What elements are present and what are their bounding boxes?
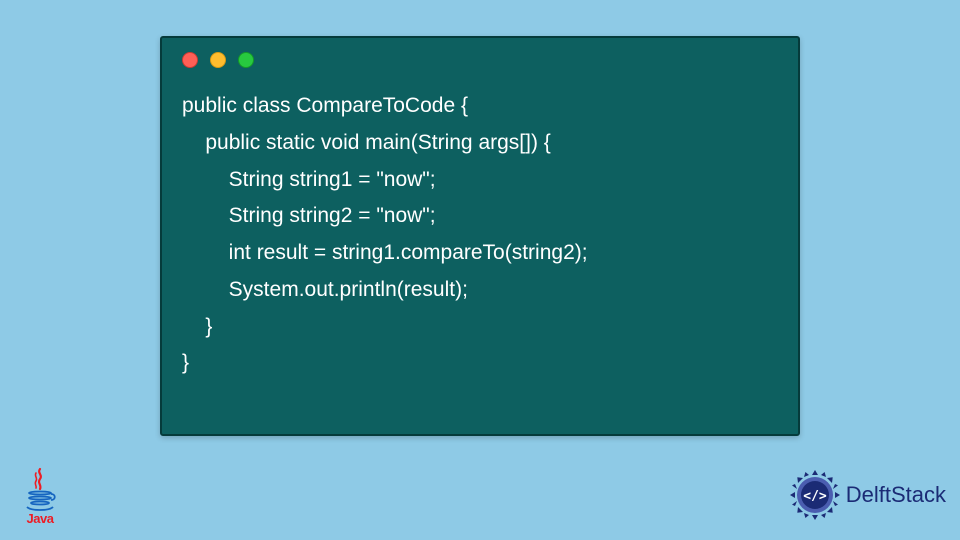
minimize-icon[interactable] bbox=[210, 52, 226, 68]
java-logo: Java bbox=[18, 462, 62, 526]
maximize-icon[interactable] bbox=[238, 52, 254, 68]
delftstack-logo-label: DelftStack bbox=[846, 482, 946, 508]
svg-text:</>: </> bbox=[803, 489, 827, 504]
delftstack-logo: </> DelftStack bbox=[788, 468, 946, 522]
code-window: public class CompareToCode { public stat… bbox=[160, 36, 800, 436]
close-icon[interactable] bbox=[182, 52, 198, 68]
code-block: public class CompareToCode { public stat… bbox=[162, 82, 798, 402]
delftstack-gear-icon: </> bbox=[788, 468, 842, 522]
window-titlebar bbox=[162, 38, 798, 82]
java-logo-label: Java bbox=[27, 511, 54, 526]
java-cup-icon bbox=[23, 467, 57, 511]
